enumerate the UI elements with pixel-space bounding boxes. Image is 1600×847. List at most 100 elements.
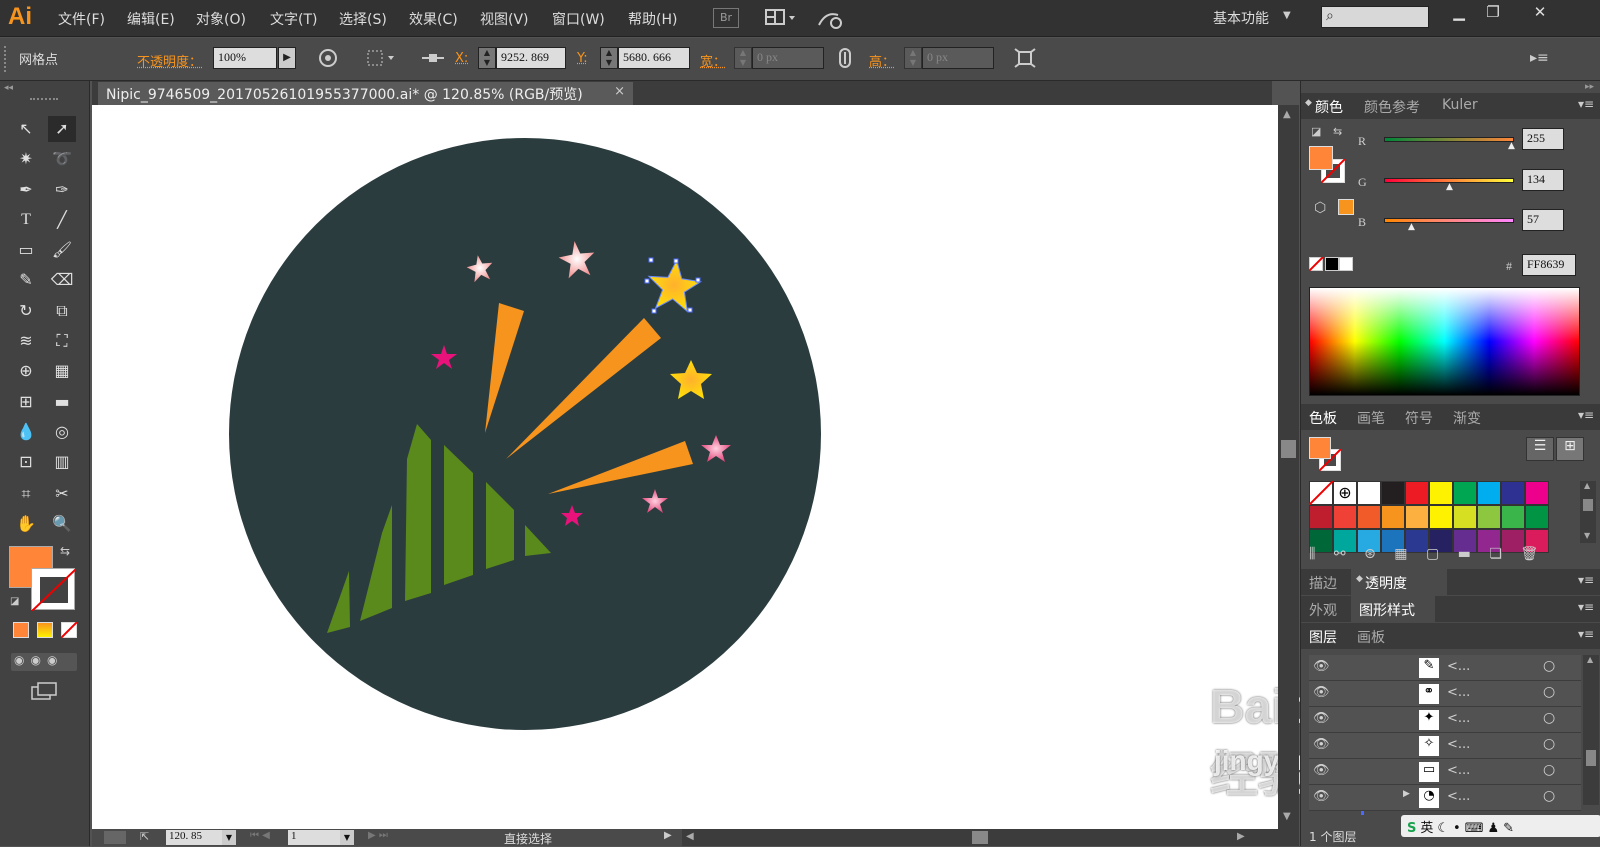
artboard-tool-icon[interactable]: ⌗ [12,481,40,507]
swatch-r1-2[interactable] [1429,481,1453,505]
hand-tool-icon[interactable]: ✋ [12,511,40,537]
gpu-performance-icon[interactable] [816,7,844,31]
color-fill-swatch[interactable] [1309,146,1333,170]
slice-tool-icon[interactable]: ✂ [48,481,76,507]
swatch-r2-0[interactable] [1309,505,1333,529]
restore-button[interactable]: ❐ [1474,0,1512,26]
ime-english-icon[interactable]: 英 [1420,821,1437,836]
menu-select[interactable]: 选择(S) [339,9,387,29]
new-swatch-icon[interactable]: ▢ [1426,546,1439,562]
scroll-up-icon[interactable]: ▲ [1587,655,1593,664]
target-circle-icon[interactable]: ○ [1543,710,1555,726]
arrange-documents-icon[interactable] [765,8,801,28]
eye-icon[interactable]: 👁 [1313,789,1330,804]
collapse-arrows-icon[interactable]: ◂◂ [4,83,13,93]
swap-colors-icon[interactable]: ⇆ [1333,125,1342,138]
swatch-r2-1[interactable] [1333,505,1357,529]
y-stepper-icon[interactable]: ▲ ▼ [600,47,618,69]
layer-row[interactable]: 👁 ▶ ◔ <... ○ [1309,785,1581,811]
target-circle-icon[interactable]: ○ [1543,684,1555,700]
keyboard-icon[interactable]: ⌨ [1465,821,1488,836]
scroll-up-icon[interactable]: ▲ [1584,481,1590,490]
layer-row[interactable]: 👁 ✦ <... ○ [1309,707,1581,733]
menu-edit[interactable]: 编辑(E) [127,9,175,29]
color-group-icon[interactable]: ▦ [1394,546,1407,562]
scroll-right-icon[interactable]: ▶ [1237,831,1245,842]
swatch-r2-6[interactable] [1453,505,1477,529]
menu-effect[interactable]: 效果(C) [409,9,458,29]
delete-icon[interactable]: 🗑 [1520,546,1538,562]
none-mode-icon[interactable] [61,622,77,638]
eraser-tool-icon[interactable]: ⌫ [48,267,76,293]
panel-collapse-icon[interactable]: ◆ [1305,98,1312,108]
page-input[interactable]: 1 [288,830,340,845]
target-circle-icon[interactable]: ○ [1543,736,1555,752]
recolor-icon[interactable] [318,48,338,68]
opacity-menu-arrow-icon[interactable]: ▶ [278,47,296,69]
scroll-down-icon[interactable]: ▼ [1283,811,1291,822]
menu-window[interactable]: 窗口(W) [552,9,605,29]
swatch-options-icon[interactable]: ⊛ [1364,546,1376,562]
grip-handle[interactable] [30,98,58,101]
curvature-tool-icon[interactable]: ✑ [48,177,76,203]
export-icon[interactable]: ⇱ [140,830,149,843]
opacity-input[interactable]: 100% [213,47,277,69]
ime-toolbar[interactable]: S英☾•⌨♟✎ [1401,815,1600,837]
duplicate-icon[interactable]: ❏ [1489,546,1502,562]
x-label[interactable]: X: [455,51,468,66]
grid-view-icon[interactable]: ⊞ [1556,437,1584,461]
shape-builder-tool-icon[interactable]: ⊕ [12,358,40,384]
swatch-r1-0[interactable] [1381,481,1405,505]
b-value-input[interactable]: 57 [1522,209,1564,231]
swatch-r2-3[interactable] [1381,505,1405,529]
target-circle-icon[interactable]: ○ [1543,658,1555,674]
workspace-switcher[interactable]: 基本功能 [1213,8,1269,28]
height-label[interactable]: 高： [869,51,895,70]
tab-brushes[interactable]: 画笔 [1357,408,1385,428]
tab-stroke[interactable]: 描边 [1309,573,1337,593]
swatch-scrollbar[interactable]: ▲ ▼ [1580,481,1596,543]
color-spectrum-picker[interactable] [1309,287,1580,396]
menu-type[interactable]: 文字(T) [270,9,317,29]
swatch-r1-4[interactable] [1477,481,1501,505]
scroll-down-icon[interactable]: ▼ [1584,531,1590,540]
zoom-input[interactable]: 120. 85 [166,830,222,845]
eye-icon[interactable]: 👁 [1313,685,1330,700]
paintbrush-tool-icon[interactable]: 🖌 [48,237,76,263]
expand-dock-icon[interactable]: ▸▸ [1585,82,1594,92]
x-stepper-icon[interactable]: ▲ ▼ [478,47,496,69]
target-circle-icon[interactable]: ○ [1543,788,1555,804]
tab-kuler[interactable]: Kuler [1442,97,1478,113]
gamut-swatch[interactable] [1338,199,1354,215]
scroll-up-icon[interactable]: ▲ [1283,109,1291,120]
opacity-label[interactable]: 不透明度： [137,51,202,70]
skin-icon[interactable]: ♟ [1487,821,1503,836]
width-label[interactable]: 宽： [700,51,726,70]
y-label[interactable]: Y: [577,51,588,66]
tab-layers[interactable]: 图层 [1309,627,1337,647]
registration-swatch-icon[interactable]: ⊕ [1333,481,1357,505]
swatch-r2-9[interactable] [1525,505,1549,529]
menu-object[interactable]: 对象(O) [196,9,246,29]
menu-help[interactable]: 帮助(H) [628,9,677,29]
tab-artboards[interactable]: 画板 [1357,627,1385,647]
swatch-r2-7[interactable] [1477,505,1501,529]
eyedropper-tool-icon[interactable]: 💧 [12,419,40,445]
out-of-gamut-cube-icon[interactable]: ⬡ [1314,200,1326,216]
tab-color[interactable]: 颜色 [1315,97,1343,117]
swatch-r2-2[interactable] [1357,505,1381,529]
moon-icon[interactable]: ☾ [1437,821,1453,836]
eye-icon[interactable]: 👁 [1313,659,1330,674]
swatch-none[interactable] [1309,481,1333,505]
transform-icon[interactable] [1014,48,1036,68]
swatch-white[interactable] [1357,481,1381,505]
r-value-input[interactable]: 255 [1522,128,1564,150]
y-input[interactable]: 5680. 666 [618,47,690,69]
hex-input[interactable]: FF8639 [1522,254,1576,276]
scroll-thumb[interactable] [1281,440,1296,458]
tab-symbols[interactable]: 符号 [1405,408,1433,428]
default-colors-icon[interactable]: ◪ [1311,125,1321,138]
panel-menu-icon[interactable]: ▾≡ [1578,408,1594,422]
eye-icon[interactable]: 👁 [1313,737,1330,752]
panel-menu-icon[interactable]: ▾≡ [1578,600,1594,614]
